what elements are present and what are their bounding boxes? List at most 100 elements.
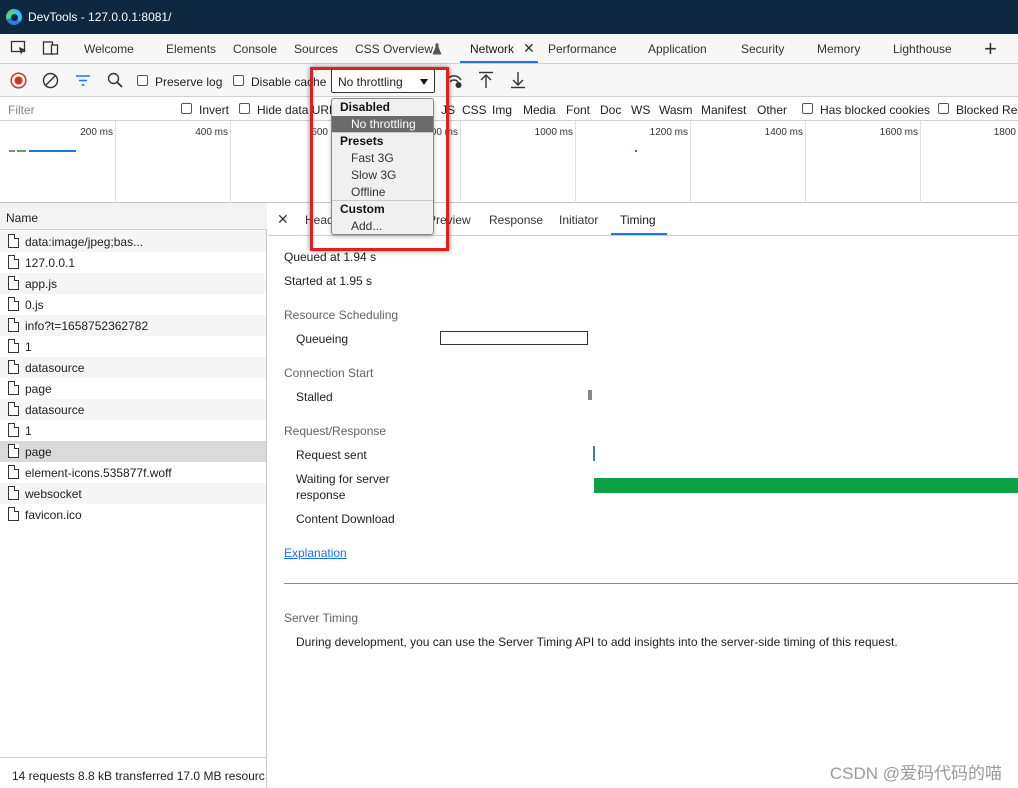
overview-gridline — [115, 121, 116, 203]
name-column-header[interactable]: Name — [0, 203, 267, 230]
menu-item-label: Offline — [351, 185, 386, 199]
device-toolbar-icon[interactable] — [42, 40, 60, 56]
preserve-log-checkbox[interactable] — [137, 75, 148, 86]
request-row[interactable]: 1 — [0, 336, 266, 357]
overview-bar — [29, 150, 76, 152]
request-row[interactable]: 127.0.0.1 — [0, 252, 266, 273]
request-name: app.js — [25, 277, 58, 291]
tab-preview[interactable]: Preview — [428, 213, 471, 227]
close-detail-icon[interactable]: ✕ — [277, 211, 289, 228]
request-name: 1 — [25, 340, 32, 354]
tab-security[interactable]: Security — [741, 42, 784, 56]
server-timing-description: During development, you can use the Serv… — [296, 635, 898, 649]
request-row[interactable]: favicon.ico — [0, 504, 266, 525]
stalled-bar — [588, 390, 592, 400]
invert-label: Invert — [199, 103, 230, 117]
tab-elements[interactable]: Elements — [166, 42, 216, 56]
tab-timing[interactable]: Timing — [620, 213, 656, 227]
overview-tick: 1800 — [993, 127, 1016, 138]
document-file-icon — [8, 255, 19, 269]
search-icon[interactable] — [107, 72, 123, 88]
filter-type-ws[interactable]: WS — [631, 103, 650, 117]
filter-icon[interactable] — [75, 74, 91, 87]
overview-bar — [17, 150, 26, 152]
filter-input[interactable]: Filter — [8, 103, 35, 117]
menu-item-no-throttling[interactable]: No throttling — [332, 116, 433, 132]
request-row[interactable]: info?t=1658752362782 — [0, 315, 266, 336]
menu-item-fast-3g[interactable]: Fast 3G — [332, 150, 433, 166]
menu-item-slow-3g[interactable]: Slow 3G — [332, 167, 433, 183]
network-overview[interactable]: 200 ms 400 ms 600 00 ms 1000 ms 1200 ms … — [0, 121, 1018, 203]
chevron-down-icon — [420, 79, 428, 85]
throttling-select[interactable]: No throttling — [331, 69, 435, 93]
tab-application[interactable]: Application — [648, 42, 707, 56]
clear-icon[interactable] — [42, 72, 59, 89]
request-row[interactable]: page — [0, 378, 266, 399]
request-row[interactable]: element-icons.535877f.woff — [0, 462, 266, 483]
overview-tick: 200 ms — [80, 127, 113, 138]
request-row[interactable]: data:image/jpeg;bas... — [0, 231, 266, 252]
section-connection-start: Connection Start — [284, 366, 374, 380]
filter-type-font[interactable]: Font — [566, 103, 590, 117]
filter-type-media[interactable]: Media — [523, 103, 556, 117]
watermark: CSDN @爱码代码的喵 — [829, 764, 1002, 783]
filter-type-wasm[interactable]: Wasm — [659, 103, 693, 117]
hide-data-urls-checkbox[interactable] — [239, 103, 250, 114]
filter-type-manifest[interactable]: Manifest — [701, 103, 746, 117]
filter-type-js[interactable]: JS — [441, 103, 455, 117]
filter-type-other[interactable]: Other — [757, 103, 787, 117]
filter-type-css[interactable]: CSS — [462, 103, 487, 117]
overview-tick: 1000 ms — [534, 127, 573, 138]
tab-console[interactable]: Console — [233, 42, 277, 56]
close-tab-icon[interactable]: ✕ — [523, 40, 535, 57]
request-row[interactable]: app.js — [0, 273, 266, 294]
devtools-tab-bar: Welcome Elements Console Sources CSS Ove… — [0, 34, 1018, 64]
tab-response[interactable]: Response — [489, 213, 543, 227]
overview-bar — [9, 150, 15, 152]
menu-header-disabled: Disabled — [340, 100, 391, 114]
disable-cache-checkbox[interactable] — [233, 75, 244, 86]
request-row[interactable]: page — [0, 441, 266, 462]
filter-bar: Filter Invert Hide data URL JS CSS Img M… — [0, 97, 1018, 121]
filter-type-img[interactable]: Img — [492, 103, 512, 117]
document-file-icon — [8, 507, 19, 521]
stalled-label: Stalled — [296, 390, 333, 404]
document-file-icon — [8, 360, 19, 374]
tab-headers[interactable]: Head — [305, 213, 334, 227]
overview-gridline — [460, 121, 461, 203]
import-har-icon[interactable] — [478, 71, 494, 89]
request-row[interactable]: websocket — [0, 483, 266, 504]
inspect-element-icon[interactable] — [10, 40, 28, 56]
network-toolbar: Preserve log Disable cache — [0, 64, 1018, 97]
menu-item-offline[interactable]: Offline — [332, 184, 433, 200]
tab-memory[interactable]: Memory — [817, 42, 860, 56]
request-row[interactable]: datasource — [0, 399, 266, 420]
request-row[interactable]: 1 — [0, 420, 266, 441]
throttling-dropdown-menu: Disabled No throttling Presets Fast 3G S… — [331, 98, 434, 235]
tab-performance[interactable]: Performance — [548, 42, 617, 56]
disable-cache-label: Disable cache — [251, 75, 327, 89]
record-stop-icon[interactable] — [10, 72, 27, 89]
blocked-requests-checkbox[interactable] — [938, 103, 949, 114]
request-row[interactable]: 0.js — [0, 294, 266, 315]
request-sent-label: Request sent — [296, 448, 367, 462]
overview-gridline — [230, 121, 231, 203]
tab-initiator[interactable]: Initiator — [559, 213, 598, 227]
more-tabs-plus-icon[interactable]: + — [984, 36, 997, 62]
network-conditions-icon[interactable] — [446, 73, 464, 89]
invert-checkbox[interactable] — [181, 103, 192, 114]
section-request-response: Request/Response — [284, 424, 387, 438]
explanation-link[interactable]: Explanation — [284, 546, 347, 560]
request-row[interactable]: datasource — [0, 357, 266, 378]
tab-welcome[interactable]: Welcome — [84, 42, 134, 56]
export-har-icon[interactable] — [510, 71, 526, 89]
tab-css-overview[interactable]: CSS Overview — [355, 42, 433, 56]
has-blocked-cookies-checkbox[interactable] — [802, 103, 813, 114]
menu-item-add[interactable]: Add... — [332, 218, 433, 234]
filter-type-doc[interactable]: Doc — [600, 103, 621, 117]
has-blocked-cookies-label: Has blocked cookies — [820, 103, 931, 117]
tab-network[interactable]: Network — [470, 42, 514, 56]
tab-sources[interactable]: Sources — [294, 42, 338, 56]
tab-lighthouse[interactable]: Lighthouse — [893, 42, 952, 56]
title-bar: DevTools - 127.0.0.1:8081/ — [0, 0, 1018, 34]
